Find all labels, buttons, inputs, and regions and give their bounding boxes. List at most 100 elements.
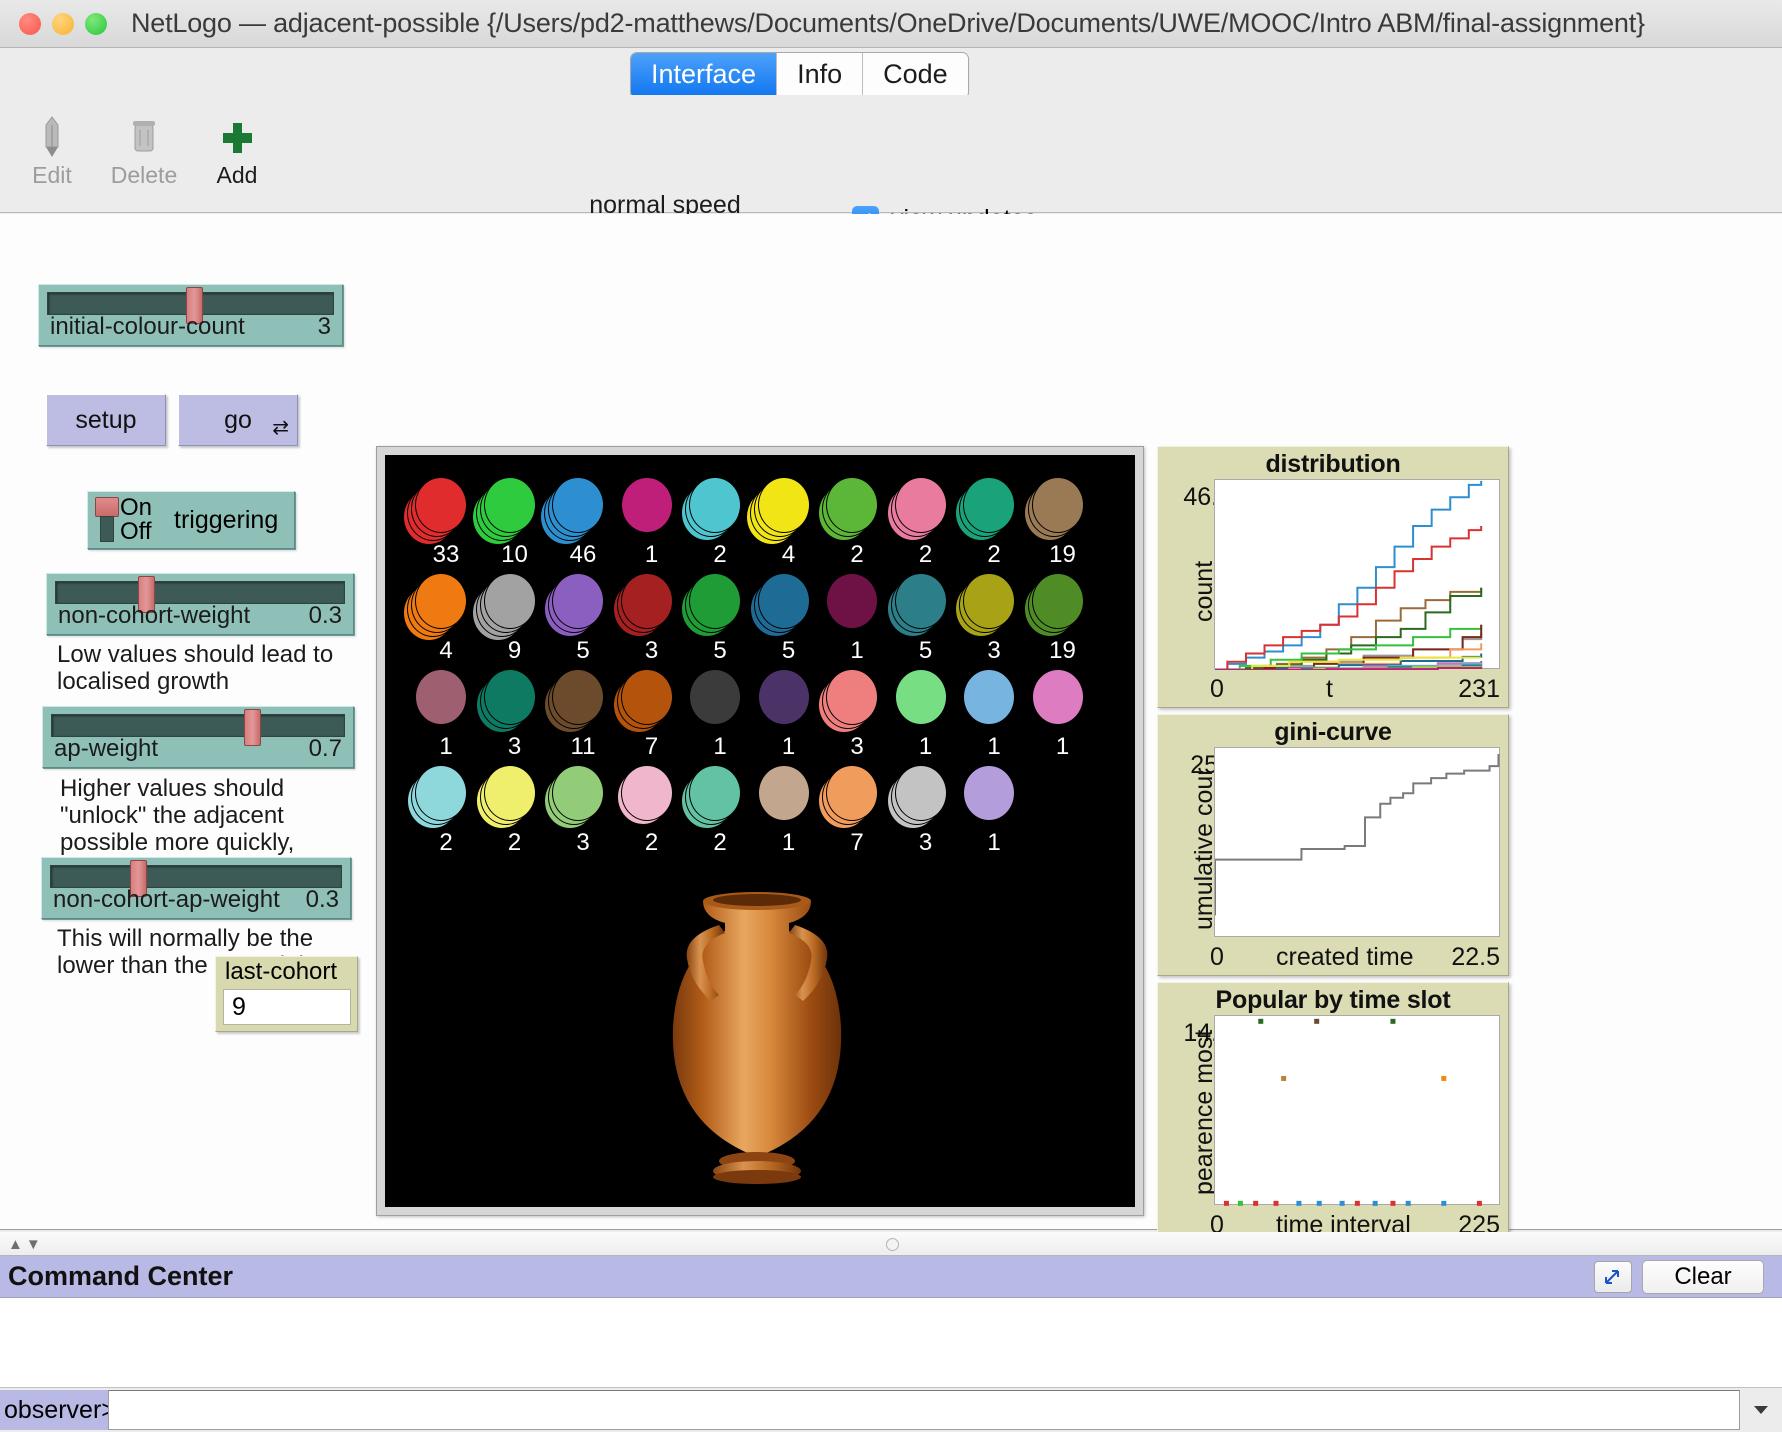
cohort-cell[interactable]: 5: [689, 573, 751, 635]
plot-point: [1224, 1201, 1229, 1206]
cohort-cell[interactable]: 46: [552, 477, 614, 539]
cohort-cell[interactable]: 2: [484, 765, 546, 827]
cohort-cell[interactable]: 3: [895, 765, 957, 827]
history-chevron-down-icon[interactable]: [1746, 1396, 1776, 1422]
panel-splitter[interactable]: ▲▼: [0, 1232, 1782, 1256]
delete-tool[interactable]: Delete: [96, 113, 192, 189]
cohort-disc-stack: [758, 669, 820, 731]
plot-canvas[interactable]: [1214, 1015, 1500, 1205]
cohort-cell[interactable]: 7: [826, 765, 888, 827]
cohort-count-label: 2: [963, 541, 1025, 569]
delete-tool-label: Delete: [111, 162, 177, 189]
cohort-cell[interactable]: 2: [689, 765, 751, 827]
cohort-cell[interactable]: 1: [758, 765, 820, 827]
cohort-disc-stack: [826, 573, 888, 635]
cohort-cell[interactable]: 4: [758, 477, 820, 539]
cohort-cell[interactable]: 1: [758, 669, 820, 731]
cohort-disc: [415, 765, 467, 821]
cohort-cell[interactable]: 19: [1032, 477, 1094, 539]
expand-icon[interactable]: [1594, 1261, 1632, 1293]
slider-ap-weight[interactable]: ap-weight 0.7: [42, 706, 354, 768]
cohort-cell[interactable]: 2: [963, 477, 1025, 539]
setup-button-label: setup: [75, 406, 136, 435]
cohort-count-label: 5: [895, 637, 957, 665]
observer-label: observer>: [0, 1390, 108, 1430]
slider-non-cohort-weight[interactable]: non-cohort-weight 0.3: [46, 573, 354, 635]
cohort-cell[interactable]: 3: [963, 573, 1025, 635]
cohort-cell[interactable]: 4: [415, 573, 477, 635]
cohort-cell[interactable]: 3: [621, 573, 683, 635]
cohort-disc-stack: [484, 573, 546, 635]
command-center-header: Command Center Clear: [0, 1256, 1782, 1298]
plot-line-cumulative: [1215, 754, 1498, 915]
cohort-cell[interactable]: 33: [415, 477, 477, 539]
cohort-cell[interactable]: 2: [689, 477, 751, 539]
cohort-disc: [484, 573, 536, 629]
switch-triggering[interactable]: On Off triggering: [87, 491, 295, 549]
toolbar: Edit Delete Add abc Button normal speed: [0, 95, 1782, 213]
cohort-disc: [621, 669, 673, 725]
cohort-cell[interactable]: 2: [621, 765, 683, 827]
cohort-cell[interactable]: 5: [758, 573, 820, 635]
splitter-arrows-icon[interactable]: ▲▼: [8, 1236, 44, 1253]
cohort-disc: [552, 573, 604, 629]
switch-knob: [95, 497, 119, 517]
cohort-cell[interactable]: 1: [963, 765, 1025, 827]
go-button[interactable]: go ⇄: [178, 394, 298, 446]
cohort-cell[interactable]: 10: [484, 477, 546, 539]
cohort-cell[interactable]: 3: [826, 669, 888, 731]
cohort-disc: [758, 669, 810, 725]
minimize-window-button[interactable]: [52, 13, 74, 35]
netlogo-world-view[interactable]: 3310461242221949535515319131171131112232…: [385, 455, 1135, 1207]
cohort-cell[interactable]: 1: [415, 669, 477, 731]
amphora-vase-icon: [607, 887, 907, 1197]
cohort-cell[interactable]: 2: [415, 765, 477, 827]
switch-lever[interactable]: [95, 497, 119, 543]
cohort-disc-stack: [415, 573, 477, 635]
plot-canvas[interactable]: [1214, 747, 1500, 937]
cohort-cell[interactable]: 2: [895, 477, 957, 539]
edit-tool[interactable]: Edit: [4, 113, 100, 189]
cohort-cell[interactable]: 1: [826, 573, 888, 635]
cohort-disc: [1032, 573, 1084, 629]
cohort-cell[interactable]: 1: [963, 669, 1025, 731]
plot-x-min: 0: [1210, 675, 1224, 704]
cohort-cell[interactable]: 11: [552, 669, 614, 731]
cohort-cell[interactable]: 1: [1032, 669, 1094, 731]
cohort-cell[interactable]: 19: [1032, 573, 1094, 635]
note-non-cohort-weight: Low values should lead to localised grow…: [57, 642, 357, 696]
tab-interface[interactable]: Interface: [631, 53, 777, 98]
cohort-cell[interactable]: 1: [895, 669, 957, 731]
cohort-disc-stack: [1032, 477, 1094, 539]
tab-info[interactable]: Info: [777, 53, 863, 98]
tab-code[interactable]: Code: [863, 53, 968, 98]
cohort-disc: [963, 669, 1015, 725]
clear-button[interactable]: Clear: [1642, 1260, 1764, 1294]
splitter-handle[interactable]: [886, 1238, 899, 1251]
tab-strip: Interface Info Code: [630, 52, 969, 99]
cohort-cell[interactable]: 7: [621, 669, 683, 731]
cohort-cell[interactable]: 1: [689, 669, 751, 731]
cohort-cell[interactable]: 3: [484, 669, 546, 731]
cohort-cell[interactable]: 1: [621, 477, 683, 539]
cohort-cell[interactable]: 5: [895, 573, 957, 635]
slider-non-cohort-ap-weight[interactable]: non-cohort-ap-weight 0.3: [41, 857, 351, 919]
cohort-cell[interactable]: 9: [484, 573, 546, 635]
cohort-cell[interactable]: 5: [552, 573, 614, 635]
command-input[interactable]: [108, 1390, 1740, 1430]
setup-button[interactable]: setup: [46, 394, 166, 446]
plot-canvas[interactable]: [1214, 479, 1500, 669]
cohort-cell[interactable]: 3: [552, 765, 614, 827]
cohort-disc-stack: [552, 765, 614, 827]
zoom-window-button[interactable]: [85, 13, 107, 35]
cohort-disc-stack: [552, 477, 614, 539]
close-window-button[interactable]: [19, 13, 41, 35]
cohort-disc: [415, 669, 467, 725]
plot-point: [1477, 1201, 1482, 1206]
cohort-cell[interactable]: 2: [826, 477, 888, 539]
plot-series-layer: [1215, 1016, 1501, 1206]
add-tool[interactable]: Add: [189, 113, 285, 189]
plot-title: Popular by time slot: [1158, 983, 1508, 1015]
go-button-label: go: [224, 406, 252, 435]
slider-initial-colour-count[interactable]: initial-colour-count 3: [38, 284, 343, 346]
